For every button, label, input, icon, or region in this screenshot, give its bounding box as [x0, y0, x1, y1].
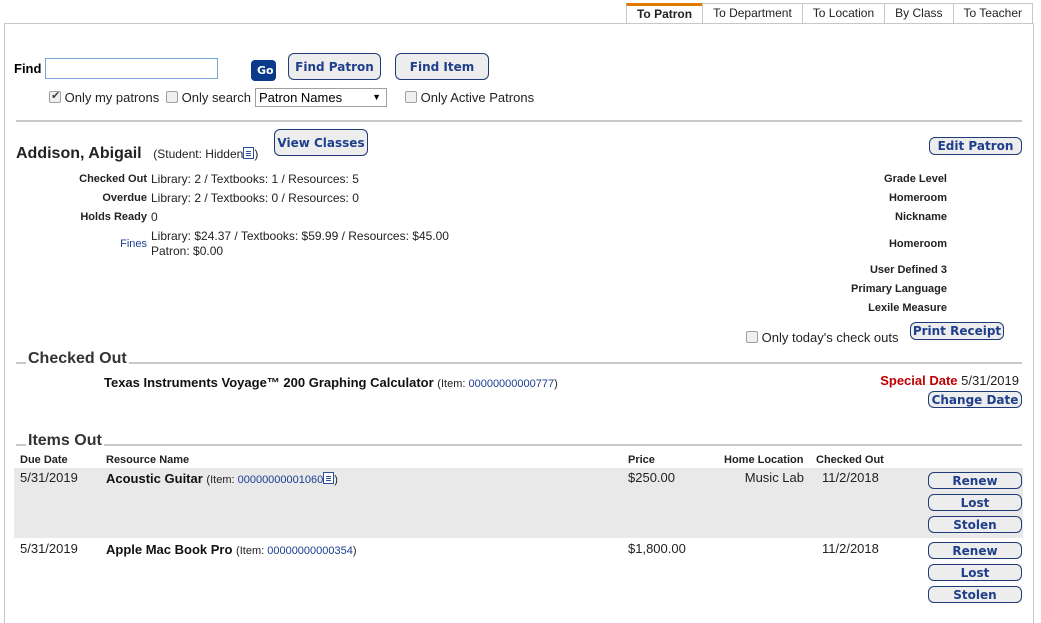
only-search-checkbox[interactable] — [166, 91, 178, 103]
row-price: $1,800.00 — [628, 541, 686, 556]
holds-ready-value: 0 — [151, 210, 158, 224]
special-date-label: Special Date — [880, 373, 958, 388]
document-icon[interactable] — [323, 472, 335, 484]
go-button[interactable]: Go — [251, 60, 276, 81]
holds-ready-label: Holds Ready — [80, 211, 147, 223]
homeroom-label: Homeroom — [888, 192, 947, 204]
col-home-location: Home Location — [724, 454, 804, 466]
find-input[interactable] — [45, 58, 218, 79]
row-home-location: Music Lab — [744, 470, 804, 485]
tab-to-teacher[interactable]: To Teacher — [952, 3, 1033, 24]
overdue-label: Overdue — [102, 192, 147, 204]
fines-line-2: Patron: $0.00 — [151, 244, 224, 258]
row-checked-out: 11/2/2018 — [822, 541, 879, 556]
checked-out-item: Texas Instruments Voyage™ 200 Graphing C… — [104, 375, 558, 390]
tab-to-patron[interactable]: To Patron — [625, 3, 704, 24]
lost-button[interactable]: Lost — [928, 494, 1022, 511]
row-due-date: 5/31/2019 — [20, 470, 78, 485]
patron-header: Addison, Abigail (Student: Hidden) — [16, 145, 259, 162]
primary-language-label: Primary Language — [851, 283, 947, 295]
checked-out-item-name: Texas Instruments Voyage™ 200 Graphing C… — [104, 375, 434, 390]
items-out-section-title: Items Out — [26, 432, 104, 450]
checked-out-divider — [16, 362, 1022, 364]
row-price: $250.00 — [628, 470, 675, 485]
special-date: Special Date 5/31/2019 — [880, 373, 1019, 388]
checked-out-value: Library: 2 / Textbooks: 1 / Resources: 5 — [151, 172, 359, 186]
only-today-label: Only today's check outs — [761, 330, 899, 345]
find-item-button[interactable]: Find Item — [395, 53, 489, 80]
homeroom-2-label: Homeroom — [888, 238, 947, 250]
row-barcode[interactable]: 00000000000354 — [267, 545, 353, 557]
col-due-date: Due Date — [20, 454, 68, 466]
only-search-option[interactable]: Only search — [166, 90, 251, 105]
grade-level-label: Grade Level — [884, 173, 947, 185]
change-date-button[interactable]: Change Date — [928, 391, 1022, 408]
view-classes-button[interactable]: View Classes — [274, 129, 368, 156]
special-date-value: 5/31/2019 — [961, 373, 1019, 388]
col-resource-name: Resource Name — [106, 454, 190, 466]
renew-button[interactable]: Renew — [928, 472, 1022, 489]
search-scope-select[interactable]: Patron Names ▼ — [255, 88, 387, 107]
row-resource-name: Acoustic Guitar — [106, 471, 203, 486]
only-active-label: Only Active Patrons — [420, 90, 535, 105]
search-scope-value: Patron Names — [259, 90, 343, 105]
dropdown-arrow-icon: ▼ — [372, 92, 381, 102]
only-my-patrons-checkbox[interactable] — [49, 89, 61, 103]
fines-value: Library: $24.37 / Textbooks: $59.99 / Re… — [151, 229, 449, 259]
patron-type: (Student: Hidden — [153, 147, 244, 161]
only-search-label: Only search — [181, 90, 251, 105]
col-price: Price — [628, 454, 655, 466]
fines-line-1: Library: $24.37 / Textbooks: $59.99 / Re… — [151, 229, 449, 243]
only-my-patrons-option[interactable]: Only my patrons — [49, 89, 160, 105]
row-checked-out: 11/2/2018 — [822, 470, 879, 485]
user-defined-3-label: User Defined 3 — [869, 264, 947, 276]
only-active-checkbox[interactable] — [405, 91, 417, 103]
lexile-measure-label: Lexile Measure — [868, 302, 947, 314]
checked-out-label: Checked Out — [79, 173, 147, 185]
nickname-label: Nickname — [895, 211, 947, 223]
only-today-checkbox[interactable] — [746, 331, 758, 343]
find-label: Find — [14, 61, 42, 76]
find-patron-button[interactable]: Find Patron — [288, 53, 381, 80]
print-receipt-button[interactable]: Print Receipt — [910, 322, 1004, 340]
tab-by-class[interactable]: By Class — [884, 3, 954, 24]
row-resource: Apple Mac Book Pro (Item: 00000000000354… — [106, 542, 357, 557]
edit-patron-button[interactable]: Edit Patron — [929, 137, 1022, 155]
stolen-button[interactable]: Stolen — [928, 586, 1022, 603]
row-barcode[interactable]: 00000000001060 — [238, 474, 324, 486]
overdue-value: Library: 2 / Textbooks: 0 / Resources: 0 — [151, 191, 359, 205]
only-active-option[interactable]: Only Active Patrons — [405, 90, 534, 105]
divider — [16, 120, 1022, 122]
document-icon[interactable] — [243, 147, 255, 159]
patron-name: Addison, Abigail — [16, 145, 142, 162]
lost-button[interactable]: Lost — [928, 564, 1022, 581]
col-checked-out: Checked Out — [816, 454, 884, 466]
tab-to-department[interactable]: To Department — [702, 3, 803, 24]
row-due-date: 5/31/2019 — [20, 541, 78, 556]
only-today-option[interactable]: Only today's check outs — [746, 330, 899, 345]
items-out-divider — [16, 444, 1022, 446]
row-resource-name: Apple Mac Book Pro — [106, 542, 233, 557]
renew-button[interactable]: Renew — [928, 542, 1022, 559]
checked-out-section-title: Checked Out — [26, 350, 129, 368]
tab-bar: To Patron To Department To Location By C… — [625, 3, 1033, 24]
only-my-patrons-label: Only my patrons — [64, 90, 160, 105]
row-resource: Acoustic Guitar (Item: 00000000001060) — [106, 471, 338, 486]
tab-to-location[interactable]: To Location — [801, 3, 886, 24]
fines-link[interactable]: Fines — [40, 238, 147, 250]
checked-out-item-barcode[interactable]: 00000000000777 — [468, 378, 554, 390]
stolen-button[interactable]: Stolen — [928, 516, 1022, 533]
